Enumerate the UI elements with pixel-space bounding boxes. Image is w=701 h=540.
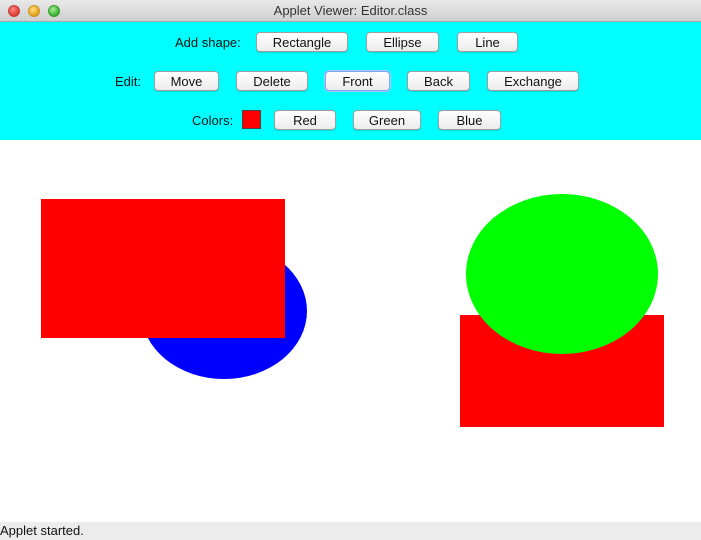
- status-bar: Applet started.: [0, 522, 701, 540]
- shapes-layer[interactable]: [0, 140, 701, 522]
- title-bar: Applet Viewer: Editor.class: [0, 0, 701, 22]
- colors-label: Colors:: [192, 113, 234, 128]
- current-color-swatch: [242, 110, 261, 129]
- drawing-canvas[interactable]: [0, 140, 701, 522]
- back-button[interactable]: Back: [407, 71, 470, 91]
- status-text: Applet started.: [0, 523, 84, 538]
- window-title: Applet Viewer: Editor.class: [273, 3, 428, 18]
- move-button[interactable]: Move: [154, 71, 219, 91]
- applet-window: Applet Viewer: Editor.class Add shape: R…: [0, 0, 701, 540]
- edit-label: Edit:: [115, 74, 142, 89]
- front-button[interactable]: Front: [325, 71, 390, 91]
- ellipse-button[interactable]: Ellipse: [366, 32, 439, 52]
- delete-button[interactable]: Delete: [236, 71, 308, 91]
- blue-button[interactable]: Blue: [438, 110, 501, 130]
- control-panel: Add shape: Rectangle Ellipse Line Edit: …: [0, 22, 701, 140]
- rectangle-button[interactable]: Rectangle: [256, 32, 348, 52]
- green-ellipse[interactable]: [466, 194, 658, 354]
- green-button[interactable]: Green: [353, 110, 421, 130]
- exchange-button[interactable]: Exchange: [487, 71, 579, 91]
- red-button[interactable]: Red: [274, 110, 336, 130]
- line-button[interactable]: Line: [457, 32, 518, 52]
- red-rectangle-left[interactable]: [41, 199, 285, 338]
- add-shape-label: Add shape:: [175, 35, 241, 50]
